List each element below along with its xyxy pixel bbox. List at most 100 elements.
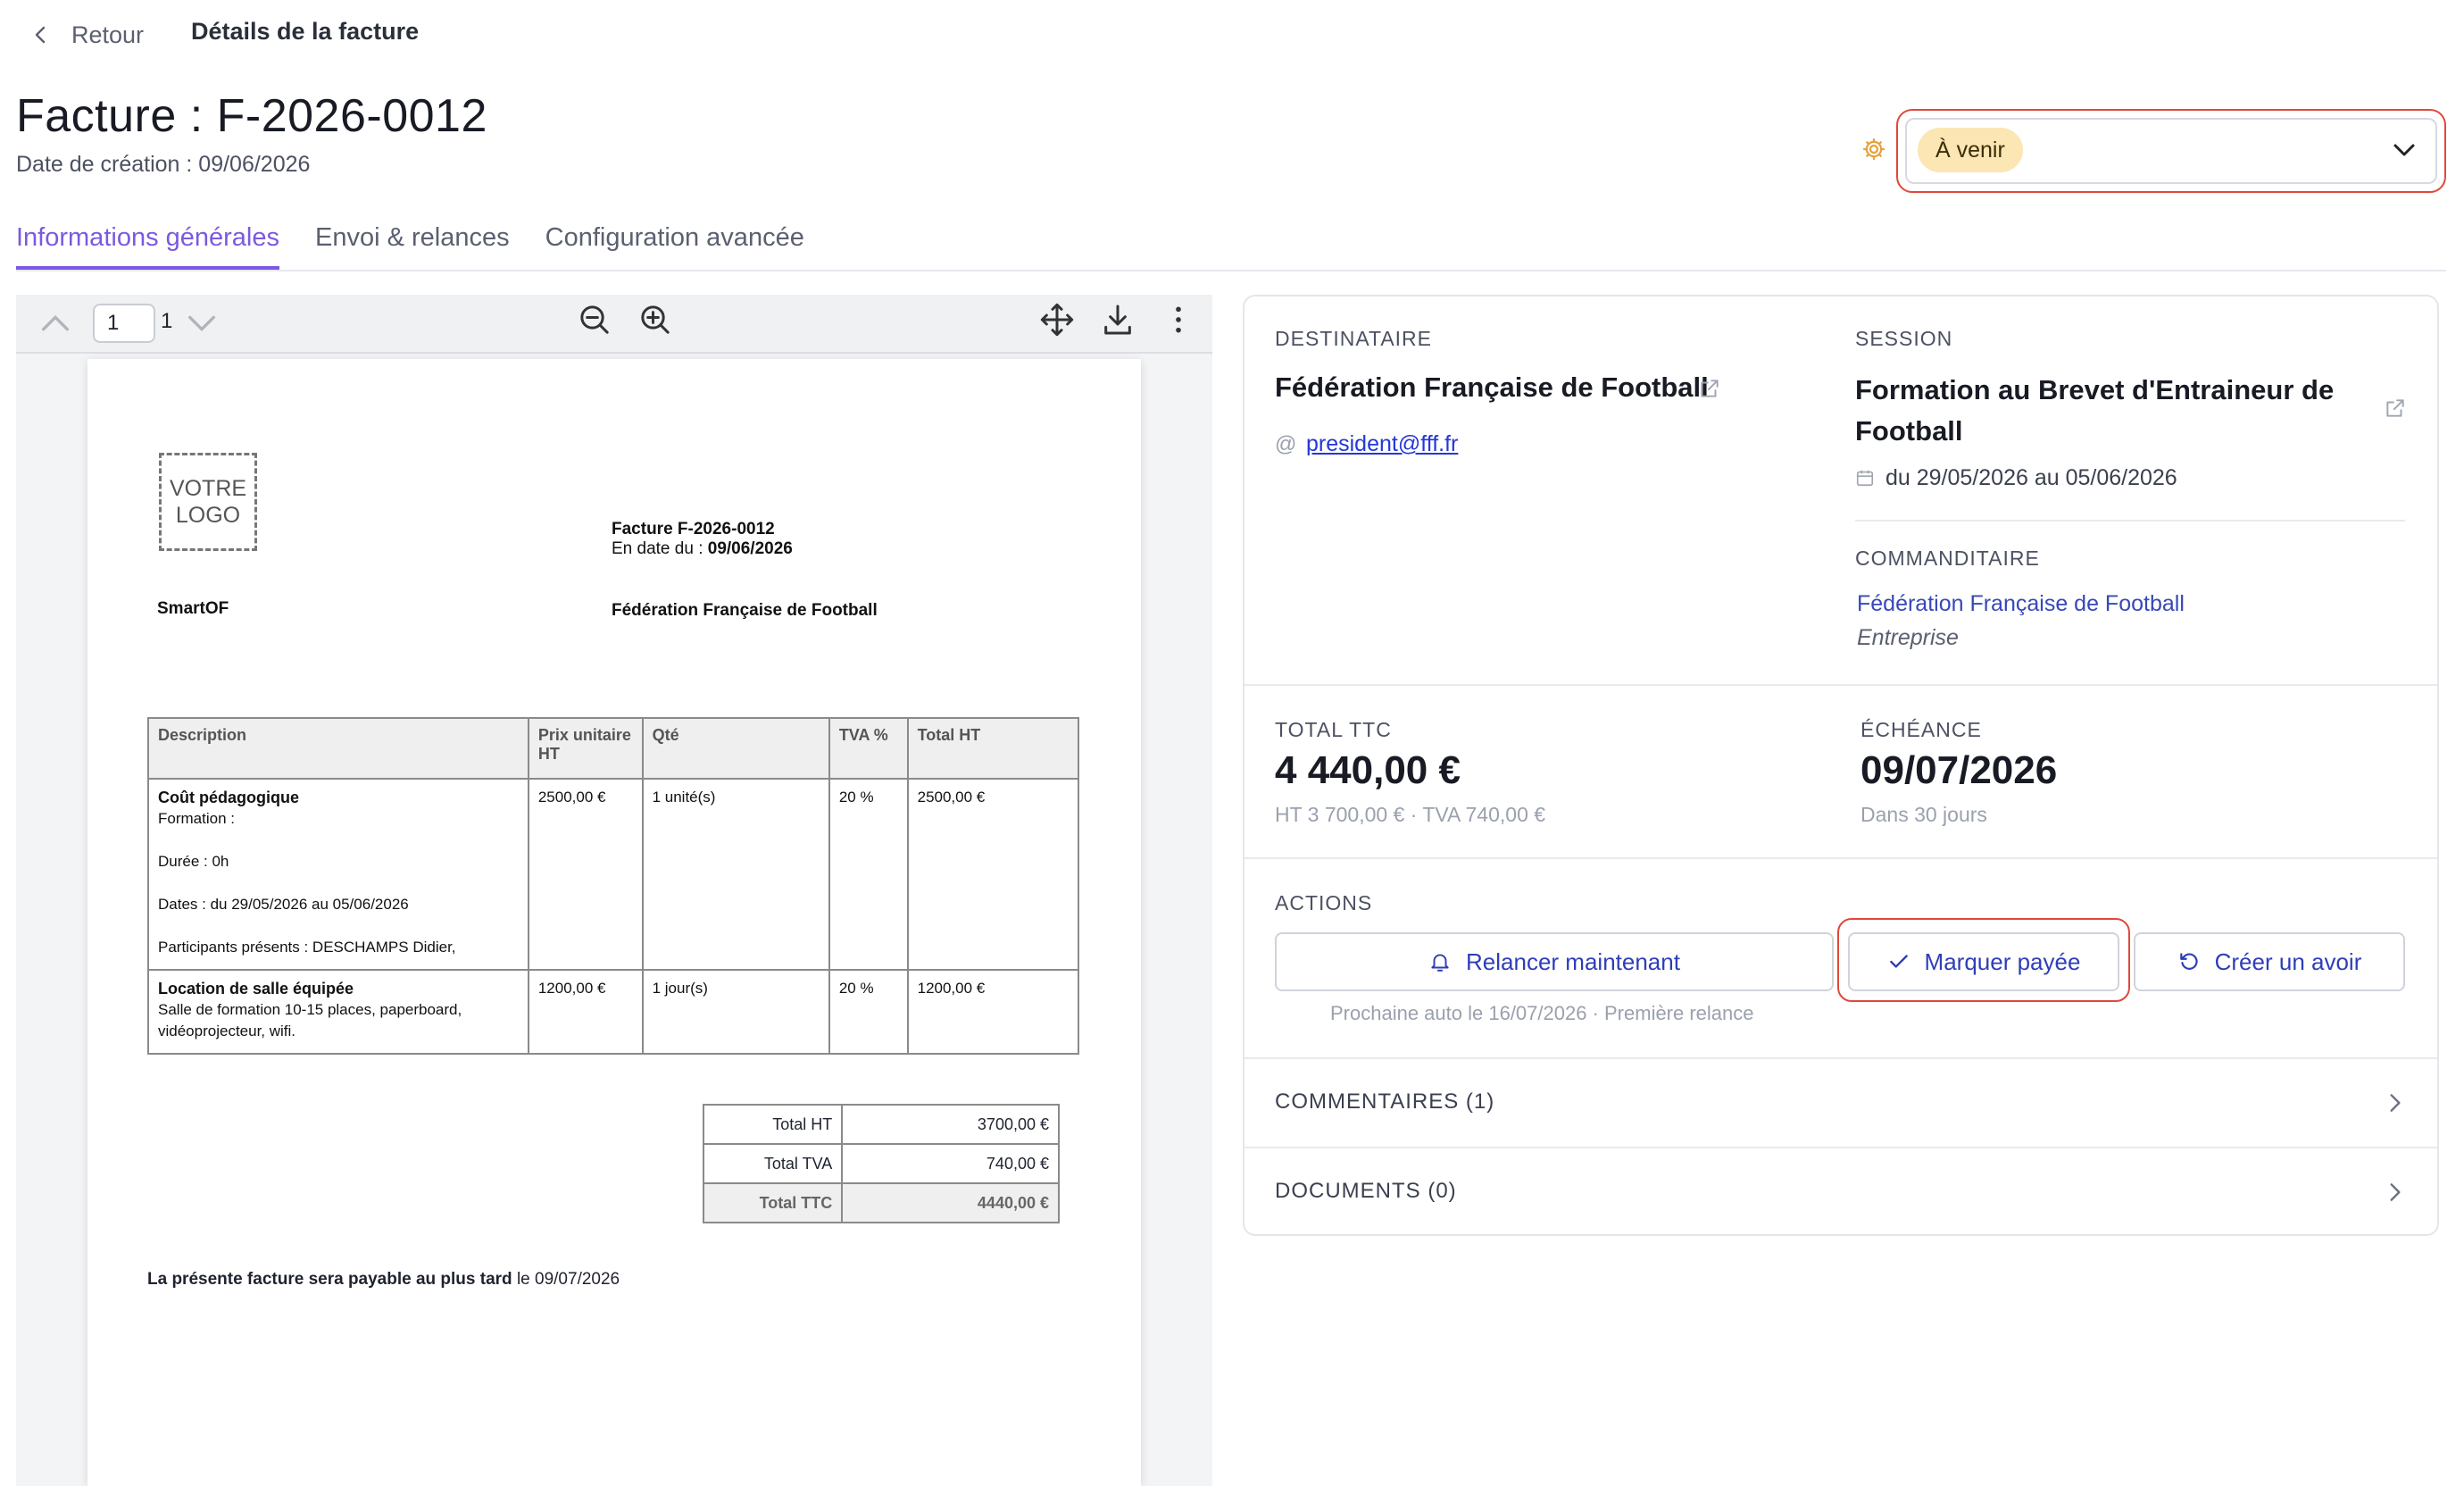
creation-date: Date de création : 09/06/2026 — [16, 152, 311, 177]
item-line: Salle de formation 10-15 places, paperbo… — [158, 1001, 462, 1039]
tab-general-info[interactable]: Informations générales — [16, 223, 279, 270]
totals-value: 4440,00 € — [841, 1182, 1060, 1223]
create-credit-note-label: Créer un avoir — [2214, 948, 2362, 975]
logo-text-line2: LOGO — [175, 503, 241, 528]
move-icon[interactable] — [1039, 302, 1075, 338]
column-header: TVA % — [828, 717, 909, 780]
recipient-email-link[interactable]: president@fff.fr — [1306, 431, 1458, 457]
due-date-value: 09/07/2026 — [1860, 748, 2058, 792]
payment-note-date: le 09/07/2026 — [512, 1270, 620, 1289]
recipient-label: DESTINATAIRE — [1275, 327, 1432, 350]
page-number-input[interactable]: 1 — [93, 304, 155, 343]
chevron-right-icon[interactable] — [2384, 1181, 2407, 1204]
invoice-items-table: Description Prix unitaire HT Qté TVA % T… — [147, 717, 1080, 1055]
chevron-down-icon[interactable] — [184, 305, 220, 341]
total-ttc-value: 4 440,00 € — [1275, 748, 1461, 792]
item-description: Coût pédagogique Formation : Durée : 0h … — [147, 778, 529, 971]
zoom-in-icon[interactable] — [637, 302, 673, 338]
status-badge: À venir — [1918, 128, 2023, 172]
item-title: Coût pédagogique — [158, 789, 299, 806]
item-total: 2500,00 € — [906, 778, 1080, 971]
undo-icon — [2179, 953, 2198, 970]
recipient-name: Fédération Française de Football — [1275, 372, 1709, 403]
totals-label: Total HT — [702, 1104, 844, 1145]
page-total: 1 — [161, 309, 173, 333]
comments-section-label[interactable]: COMMENTAIRES (1) — [1275, 1089, 1494, 1114]
bell-icon — [1431, 954, 1449, 972]
documents-section-label[interactable]: DOCUMENTS (0) — [1275, 1179, 1457, 1204]
sponsor-name-link[interactable]: Fédération Française de Football — [1857, 591, 2185, 617]
tab-sending-reminders[interactable]: Envoi & relances — [315, 223, 510, 271]
remind-now-button[interactable]: Relancer maintenant — [1275, 932, 1834, 991]
session-dates: du 29/05/2026 au 05/06/2026 — [1885, 465, 2177, 490]
gear-icon[interactable] — [1860, 136, 1887, 163]
column-header: Prix unitaire HT — [527, 717, 644, 780]
breadcrumb-title: Détails de la facture — [191, 18, 420, 45]
external-link-icon[interactable] — [2384, 397, 2407, 420]
zoom-out-icon[interactable] — [577, 302, 612, 338]
item-vat: 20 % — [828, 969, 909, 1055]
back-label: Retour — [71, 21, 145, 48]
mark-paid-button[interactable]: Marquer payée — [1848, 932, 2119, 991]
item-qty: 1 jour(s) — [641, 969, 830, 1055]
total-detail: HT 3 700,00 € · TVA 740,00 € — [1275, 803, 1546, 826]
item-line: Dates : du 29/05/2026 au 05/06/2026 — [158, 896, 409, 913]
column-header: Total HT — [906, 717, 1080, 780]
chevron-right-icon[interactable] — [2384, 1091, 2407, 1114]
total-ttc-label: TOTAL TTC — [1275, 718, 1392, 741]
totals-label: Total TTC — [702, 1182, 844, 1223]
mark-paid-label: Marquer payée — [1924, 948, 2081, 975]
item-vat: 20 % — [828, 778, 909, 971]
check-icon — [1889, 955, 1908, 968]
chevron-down-icon[interactable] — [2391, 137, 2418, 163]
totals-label: Total TVA — [702, 1143, 844, 1184]
item-total: 1200,00 € — [906, 969, 1080, 1055]
column-header: Qté — [641, 717, 830, 780]
invoice-number: Facture F-2026-0012 — [612, 520, 775, 538]
divider — [1855, 520, 2405, 522]
chevron-up-icon[interactable] — [37, 305, 73, 341]
seller-name: SmartOF — [157, 599, 229, 618]
back-button[interactable]: Retour — [30, 16, 144, 54]
next-reminder-info: Prochaine auto le 16/07/2026 · Première … — [1330, 1002, 1754, 1024]
item-description: Location de salle équipée Salle de forma… — [147, 969, 529, 1055]
buyer-name: Fédération Française de Football — [612, 601, 878, 620]
more-vertical-icon[interactable] — [1161, 302, 1196, 338]
item-line: Formation : — [158, 810, 235, 827]
totals-row: Total HT 3700,00 € — [702, 1104, 1060, 1145]
invoice-date-value: 09/06/2026 — [707, 539, 793, 558]
session-label: SESSION — [1855, 327, 1953, 350]
tab-divider — [16, 270, 2446, 271]
divider — [1244, 684, 2437, 686]
divider — [1244, 857, 2437, 859]
item-unit-price: 1200,00 € — [527, 969, 644, 1055]
at-icon: @ — [1275, 432, 1297, 456]
due-date-detail: Dans 30 jours — [1860, 803, 1987, 826]
column-header: Description — [147, 717, 529, 780]
actions-label: ACTIONS — [1275, 891, 1373, 914]
external-link-icon[interactable] — [1698, 377, 1721, 400]
download-icon[interactable] — [1100, 302, 1136, 338]
payment-note: La présente facture sera payable au plus… — [147, 1270, 620, 1290]
item-qty: 1 unité(s) — [641, 778, 830, 971]
due-date-label: ÉCHÉANCE — [1860, 718, 1982, 741]
logo-placeholder: VOTRE LOGO — [159, 453, 257, 551]
item-unit-price: 2500,00 € — [527, 778, 644, 971]
item-line: Participants présents : DESCHAMPS Didier… — [158, 939, 456, 956]
invoice-date-prefix: En date du : — [612, 539, 708, 558]
totals-row: Total TTC 4440,00 € — [702, 1182, 1060, 1223]
totals-value: 3700,00 € — [841, 1104, 1060, 1145]
page-title: Facture : F-2026-0012 — [16, 90, 487, 142]
item-line — [158, 830, 519, 851]
table-row: Location de salle équipée Salle de forma… — [147, 969, 1080, 1055]
sponsor-type: Entreprise — [1857, 625, 1959, 650]
create-credit-note-button[interactable]: Créer un avoir — [2134, 932, 2405, 991]
tab-advanced-config[interactable]: Configuration avancée — [545, 223, 804, 271]
divider — [1244, 1147, 2437, 1148]
totals-row: Total TVA 740,00 € — [702, 1143, 1060, 1184]
item-line: Durée : 0h — [158, 853, 229, 870]
divider — [1244, 1057, 2437, 1059]
sponsor-label: COMMANDITAIRE — [1855, 547, 2040, 570]
invoice-date: En date du : 09/06/2026 — [612, 539, 793, 559]
calendar-icon — [1856, 470, 1874, 487]
